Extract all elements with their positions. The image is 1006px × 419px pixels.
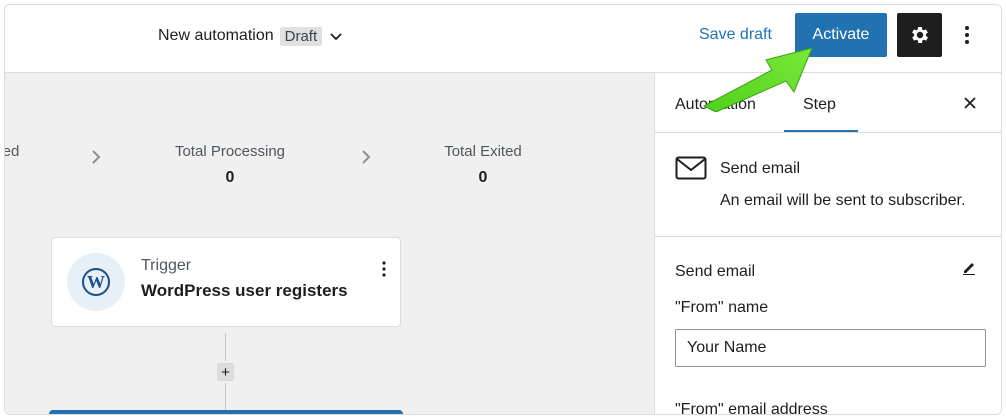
step-description: An email will be sent to subscriber. [720,192,966,209]
svg-text:W: W [87,272,105,292]
from-name-input[interactable] [675,329,986,367]
panel-title: Send email [675,263,756,280]
from-address-label: "From" email address [675,401,828,415]
chevron-right-icon [92,150,101,164]
stat-total-processing: Total Processing 0 [160,143,300,187]
automation-canvas: ed Total Processing 0 Total Exited 0 W T… [4,73,654,414]
settings-button[interactable] [897,13,942,57]
stat-label: Total Exited [444,143,522,160]
top-bar: New automation Draft Save draft Activate [5,5,1001,73]
mail-icon [675,156,707,180]
stat-label: ed [4,143,20,160]
settings-sidebar: Automation Step Send email An email will… [654,73,1001,415]
chevron-right-icon [362,150,371,164]
stat-total-exited: Total Exited 0 [423,143,543,187]
add-step-button[interactable]: + [217,363,234,381]
more-vertical-icon [965,26,969,44]
step-summary: Send email An email will be sent to subs… [655,133,1001,237]
stat-entered: ed [4,143,31,160]
gear-icon [911,27,928,43]
more-vertical-icon[interactable] [378,260,390,278]
status-badge: Draft [279,26,323,46]
next-step-card[interactable] [49,410,403,414]
trigger-label: Trigger [141,257,192,274]
step-connector [225,383,226,411]
stat-label: Total Processing [174,143,286,160]
trigger-step-card[interactable]: W Trigger WordPress user registers [51,237,401,327]
step-connector [225,333,226,361]
step-name: Send email [720,160,801,177]
chevron-down-icon [330,33,342,41]
trigger-title: WordPress user registers [141,281,348,300]
more-options-button[interactable] [955,21,979,49]
automation-title-dropdown[interactable]: New automation Draft [158,25,344,47]
annotation-arrow-icon [702,47,813,112]
from-name-label: "From" name [675,299,769,316]
send-email-panel: Send email "From" name "From" email addr… [655,237,1001,415]
stat-value: 0 [478,169,488,186]
app-frame: New automation Draft Save draft Activate… [4,4,1002,415]
stat-value: 0 [225,169,235,186]
close-icon[interactable] [962,95,978,111]
automation-title: New automation [158,27,274,44]
pencil-icon[interactable] [961,259,977,275]
wordpress-icon: W [67,253,125,311]
active-tab-indicator [784,130,858,132]
